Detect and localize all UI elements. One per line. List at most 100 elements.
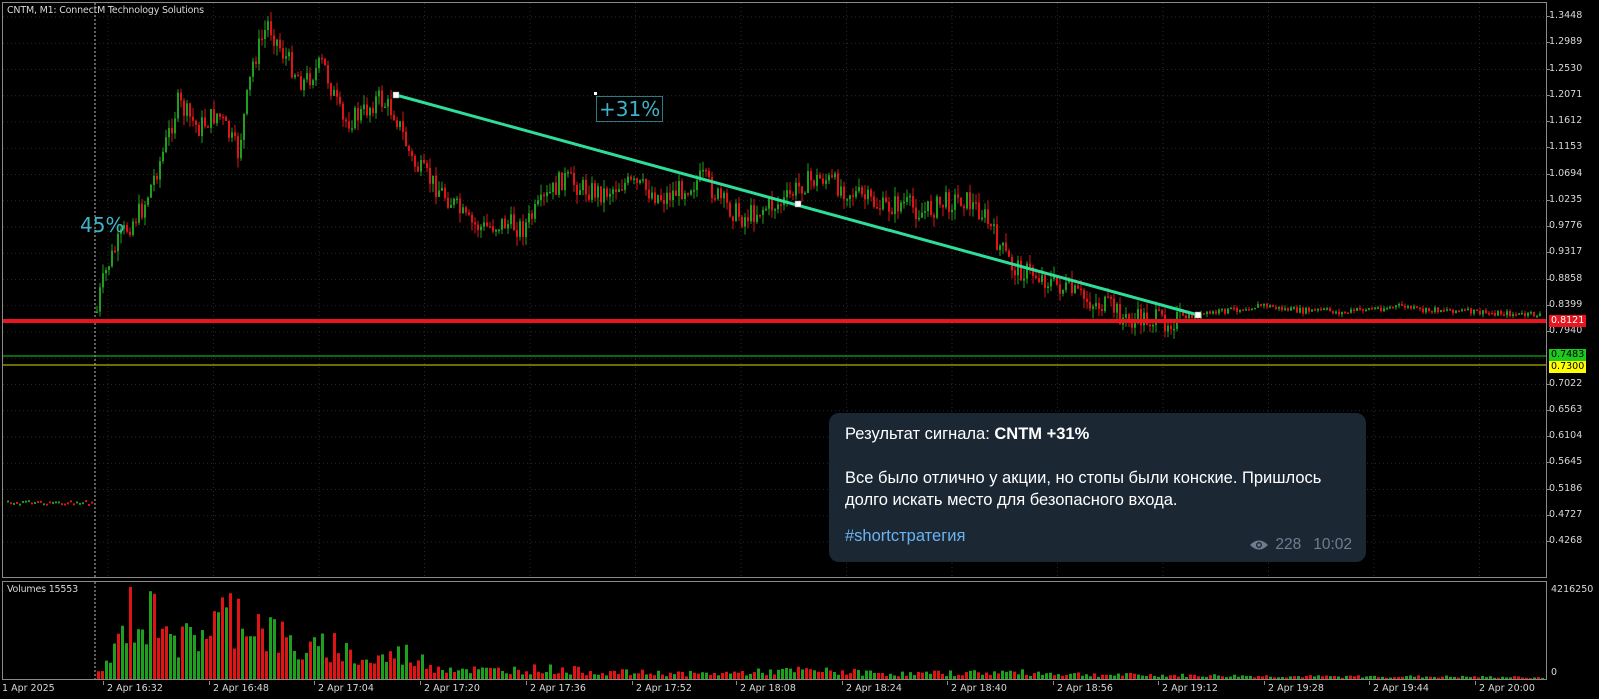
price-tick: 1.0235 [1546, 194, 1599, 205]
volume-bar [1217, 675, 1220, 679]
volume-bar [1201, 676, 1204, 679]
volume-bar [865, 670, 868, 679]
candle-body [1074, 285, 1076, 294]
candle-body [1383, 308, 1385, 312]
candle-body [498, 229, 500, 232]
volume-axis-max: 4216250 [1551, 584, 1594, 595]
signal-move-annotation[interactable]: +31% [596, 96, 664, 122]
volume-pane[interactable]: Volumes 15553 [2, 581, 1547, 680]
volume-bar [837, 674, 840, 679]
candle-body [360, 109, 362, 121]
volume-bar [277, 652, 280, 679]
candle-body [162, 151, 164, 162]
candle-body [1305, 307, 1307, 314]
time-tick: 2 Apr 16:48 [209, 681, 269, 694]
hashtag-link[interactable]: #shortстратегия [845, 527, 965, 546]
volume-bar [537, 671, 540, 679]
volume-bar [273, 619, 276, 679]
volume-bar [445, 672, 448, 679]
volume-bar [1461, 675, 1464, 679]
price-tick: 0.5186 [1546, 483, 1599, 494]
candle-body [1374, 307, 1376, 310]
volume-bar [117, 633, 120, 679]
candle-body [1497, 311, 1499, 316]
volume-bar [989, 674, 992, 679]
volume-bar [1293, 676, 1296, 679]
candle-body [663, 200, 665, 204]
candle-body [741, 216, 743, 227]
volume-bar [1417, 675, 1420, 679]
candle-body [684, 193, 686, 200]
volume-bar [1405, 676, 1408, 679]
candle-body [249, 76, 251, 90]
volume-bar [669, 672, 672, 679]
candle-body [1008, 250, 1010, 257]
volume-bar [1073, 673, 1076, 679]
volume-bar [889, 673, 892, 679]
volume-bar [497, 667, 500, 679]
volume-bar [217, 612, 220, 679]
volume-bar [633, 673, 636, 679]
candle-body [459, 198, 461, 214]
candle-body [378, 90, 380, 97]
volume-bar [829, 670, 832, 679]
candle-body [408, 146, 410, 152]
candle-body [40, 500, 42, 503]
candle-body [993, 224, 995, 227]
volume-bar [833, 672, 836, 679]
volume-bar [921, 672, 924, 679]
candle-body [642, 179, 644, 181]
volume-bar [1101, 674, 1104, 679]
candle-body [987, 209, 989, 225]
volume-bar [1285, 677, 1288, 679]
volume-bar [1253, 677, 1256, 679]
candle-body [1242, 309, 1244, 312]
candle-body [156, 175, 158, 180]
volume-bar [385, 661, 388, 679]
candle-body [861, 187, 863, 195]
volume-bar [437, 666, 440, 679]
volume-bar [285, 637, 288, 679]
candle-body [1275, 306, 1277, 309]
candle-body [46, 503, 48, 506]
volume-bar [661, 674, 664, 679]
volume-bar [381, 654, 384, 679]
candle-body [1425, 307, 1427, 313]
candle-body [159, 161, 161, 180]
volume-bar [521, 674, 524, 679]
volume-bar [1297, 676, 1300, 679]
volume-bar [969, 670, 972, 679]
volume-bar [1197, 676, 1200, 679]
candle-body [549, 191, 551, 194]
candle-body [315, 68, 317, 81]
candle-body [843, 186, 845, 200]
volume-bar [857, 670, 860, 679]
candle-body [633, 178, 635, 180]
candle-body [447, 197, 449, 208]
volume-bar [577, 666, 580, 679]
volume-bar [797, 666, 800, 679]
annotation-anchor[interactable] [594, 92, 597, 95]
candle-body [921, 212, 923, 218]
volume-bar [1193, 674, 1196, 679]
candle-body [630, 176, 632, 180]
candle-body [477, 224, 479, 231]
candle-body [438, 190, 440, 197]
candle-body [597, 186, 599, 198]
volume-bar [897, 676, 900, 679]
time-axis[interactable]: 1 Apr 2025 2 Apr 16:32 2 Apr 16:48 2 Apr 17… [0, 681, 1548, 699]
time-tick: 2 Apr 19:44 [1369, 681, 1429, 694]
candle-body [1332, 311, 1334, 314]
volume-bar [977, 672, 980, 679]
candle-body [966, 192, 968, 209]
candle-body [501, 218, 503, 230]
volume-bar [1005, 671, 1008, 679]
volume-bar [329, 662, 332, 679]
entry-move-annotation[interactable]: 45% [80, 213, 124, 237]
volume-bar [121, 625, 124, 679]
candle-body [1329, 308, 1331, 312]
candle-body [1443, 310, 1445, 312]
candle-body [552, 182, 554, 192]
candle-body [600, 186, 602, 203]
candle-body [654, 192, 656, 204]
